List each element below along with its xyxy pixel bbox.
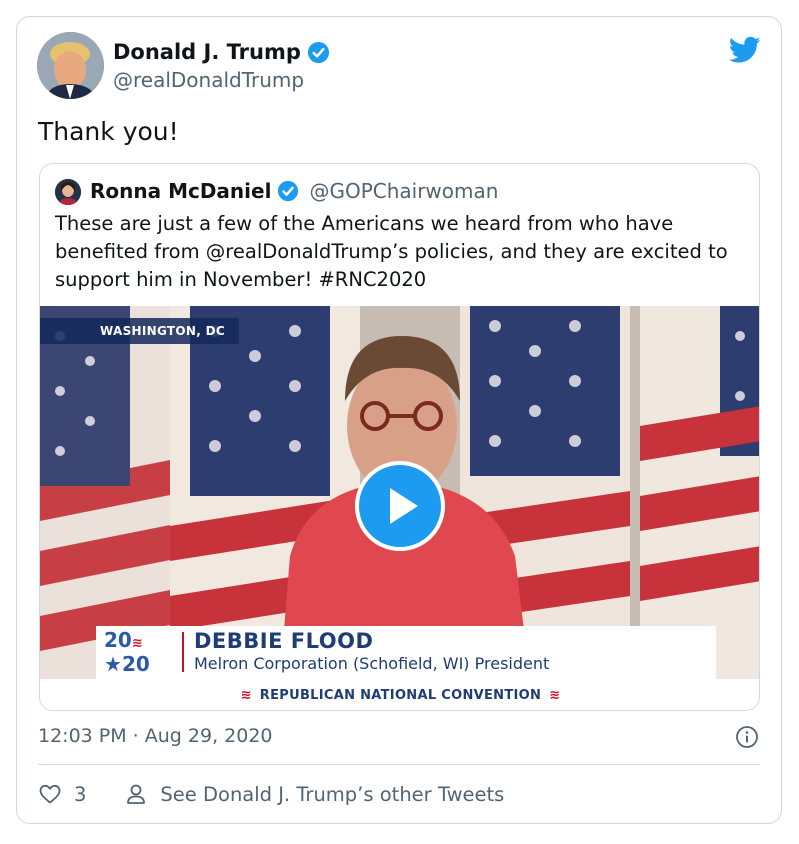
like-button[interactable]: 3 (38, 782, 86, 806)
logo-text-top: 20 (104, 628, 132, 652)
see-other-tweets-label: See Donald J. Trump’s other Tweets (160, 782, 505, 806)
quoted-author-name[interactable]: Ronna McDaniel (90, 178, 271, 204)
author-avatar[interactable] (37, 32, 104, 99)
lower-third-divider (182, 632, 184, 672)
verified-badge-icon (307, 41, 329, 63)
rnc-2020-logo: 20≋ ★20 (104, 630, 172, 676)
see-other-tweets-link[interactable]: See Donald J. Trump’s other Tweets (124, 782, 504, 806)
tweet-text: Thank you! (38, 117, 179, 146)
divider (38, 764, 760, 765)
quoted-author-avatar[interactable] (55, 179, 81, 205)
heart-icon (39, 784, 61, 804)
play-button[interactable] (355, 461, 445, 551)
location-tag: WASHINGTON, DC (40, 318, 239, 344)
play-icon (390, 488, 418, 524)
author-name[interactable]: Donald J. Trump (113, 39, 301, 65)
tweet-card[interactable]: Donald J. Trump @realDonaldTrump Thank y… (16, 16, 782, 824)
quoted-author-handle[interactable]: @GOPChairwoman (309, 178, 498, 204)
stripes-icon: ≋ (240, 688, 252, 703)
tweet-actions: 3 See Donald J. Trump’s other Tweets (38, 779, 504, 809)
speaker-title: Melron Corporation (Schofield, WI) Presi… (194, 654, 550, 673)
quoted-tweet-text: These are just a few of the Americans we… (55, 212, 728, 291)
like-count: 3 (74, 782, 87, 806)
author-name-row[interactable]: Donald J. Trump (113, 39, 330, 65)
convention-footer-text: REPUBLICAN NATIONAL CONVENTION (259, 688, 542, 703)
speaker-name: DEBBIE FLOOD (194, 629, 374, 653)
lower-third-banner: 20≋ ★20 DEBBIE FLOOD Melron Corporation … (96, 626, 716, 679)
author-handle[interactable]: @realDonaldTrump (113, 67, 304, 93)
video-player[interactable]: WASHINGTON, DC 20≋ ★20 DEBBIE FLOOD Melr… (40, 306, 759, 679)
logo-text-bottom: 20 (121, 652, 150, 676)
info-icon[interactable] (735, 725, 759, 749)
stripes-icon: ≋ (549, 688, 561, 703)
person-icon (127, 784, 146, 804)
verified-badge-icon (278, 180, 299, 202)
convention-footer: ≋ REPUBLICAN NATIONAL CONVENTION ≋ (40, 679, 759, 710)
quoted-tweet[interactable]: Ronna McDaniel @GOPChairwoman These are … (39, 163, 760, 711)
star-icon: ★ (104, 652, 122, 676)
tweet-timestamp[interactable]: 12:03 PM · Aug 29, 2020 (38, 724, 273, 748)
twitter-bird-icon[interactable] (729, 36, 761, 64)
quoted-author-row[interactable]: Ronna McDaniel @GOPChairwoman (90, 178, 498, 204)
stripes-icon: ≋ (131, 636, 143, 651)
